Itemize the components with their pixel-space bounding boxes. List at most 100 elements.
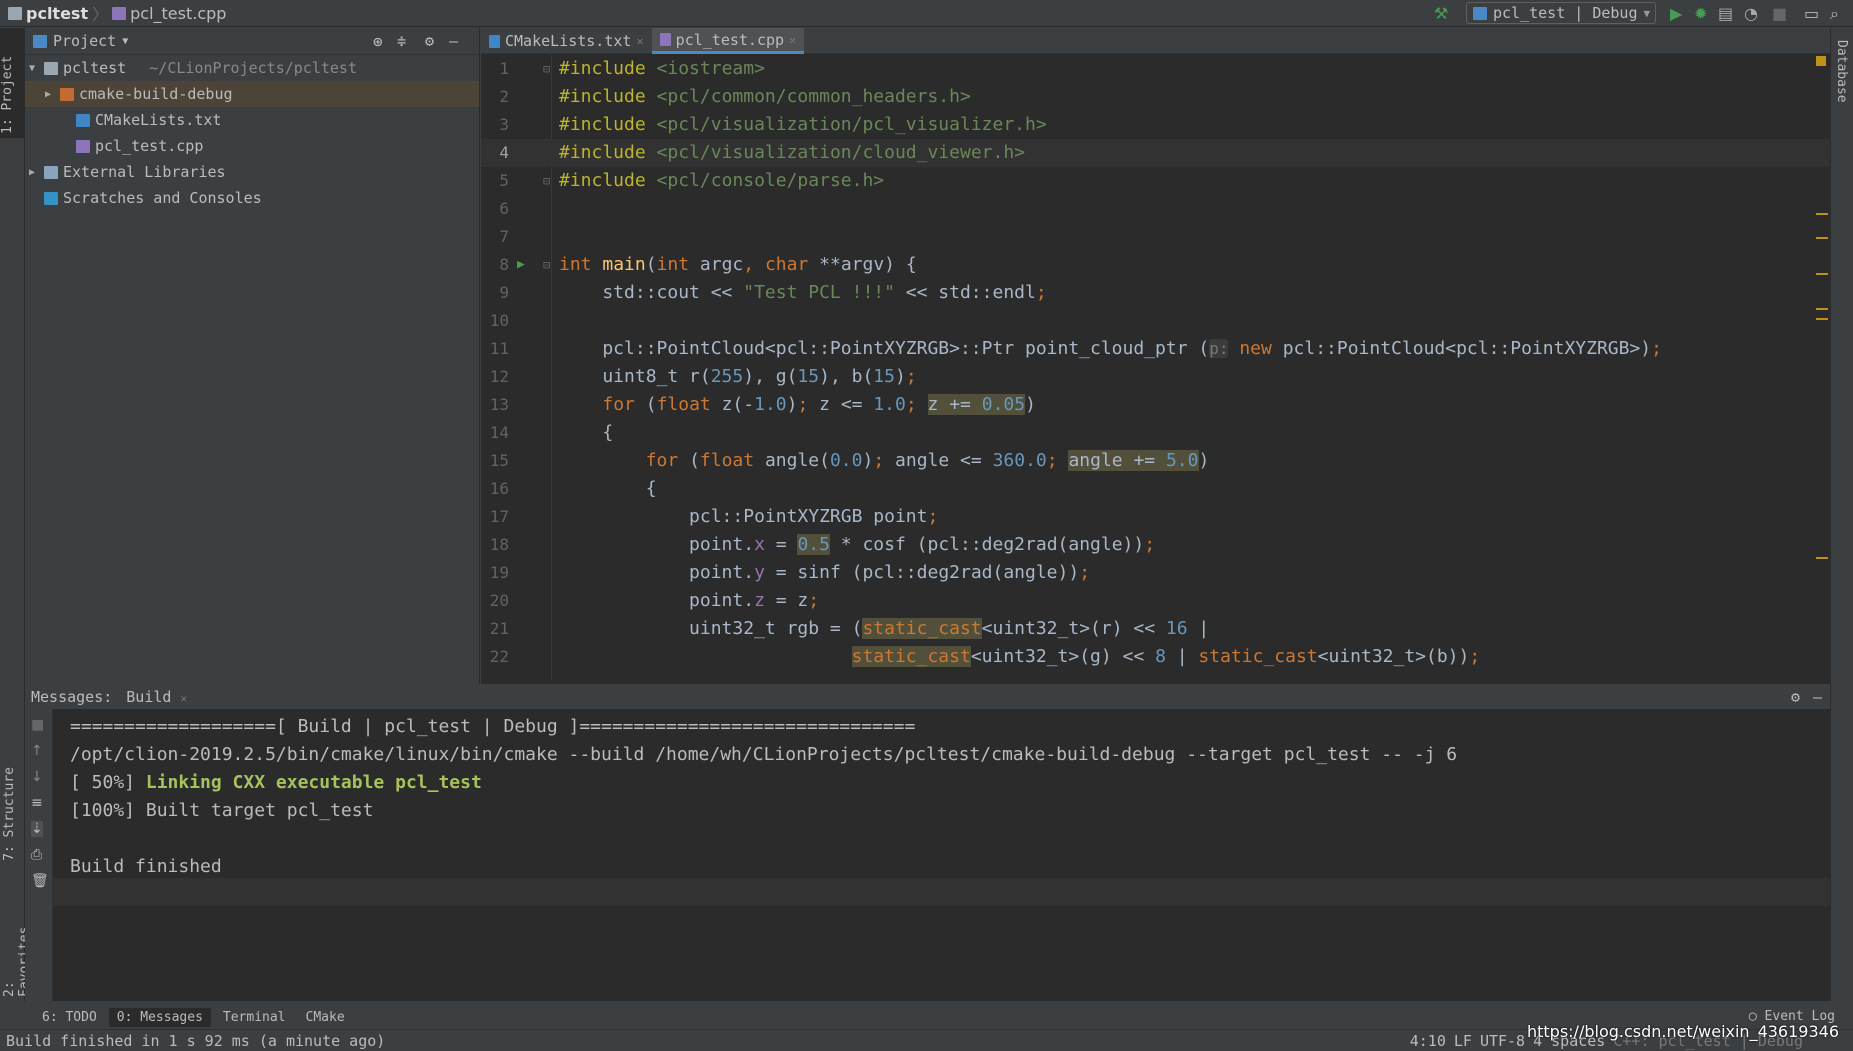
code-token: 15 [873,366,895,387]
arrow-down-icon[interactable]: ↓ [31,769,43,785]
code-token: 0.0 [829,450,863,471]
stop-icon[interactable]: ■ [31,717,44,733]
line-number: 17 [489,507,509,526]
code-line: 4 #include <pcl/visualization/cloud_viewe… [481,139,1830,167]
code-line: 19 point.y = sinf (pcl::deg2rad(angle)); [481,559,1830,587]
hide-icon[interactable]: — [1813,688,1822,706]
project-tool-tab[interactable]: 1: Project [0,28,24,138]
line-number: 4 [499,143,509,162]
tool-tab-messages[interactable]: 0: Messages [108,1008,211,1027]
expand-arrow-icon[interactable]: ▶ [29,167,39,178]
print-icon[interactable]: ⎙ [31,847,42,863]
structure-tool-tab[interactable]: 7: Structure [2,763,17,865]
tree-item-label: Scratches and Consoles [63,189,262,207]
inspection-status-icon[interactable] [1816,56,1826,66]
close-tab-icon[interactable]: ✕ [789,33,796,47]
gear-icon[interactable]: ⚙ [425,32,434,50]
chevron-down-icon[interactable]: ▼ [122,36,128,47]
run-gutter-icon[interactable]: ▶ [517,251,525,279]
line-number: 18 [489,535,509,554]
code-token: ; [808,590,820,611]
run-config-select[interactable]: pcl_test | Debug ▼ [1466,2,1656,24]
code-token: point. [559,562,755,583]
breadcrumb-file[interactable]: pcl_test.cpp [130,4,226,23]
code-token: #include [559,86,657,107]
run-coverage-icon[interactable]: ▤ [1718,4,1733,23]
caret-position[interactable]: 4:10 [1410,1032,1446,1050]
line-number: 22 [489,647,509,666]
code-token: = z [764,590,809,611]
soft-wrap-icon[interactable]: ≡ [31,795,43,811]
code-token: point. [559,590,755,611]
code-token: <pcl/common/common_headers.h> [656,86,971,107]
code-line: 2 #include <pcl/common/common_headers.h> [481,83,1830,111]
trash-icon[interactable]: 🗑 [31,873,49,889]
tool-tab-todo[interactable]: 6: TODO [34,1008,105,1027]
tree-item[interactable]: ▶ cmake-build-debug [25,81,479,107]
code-token: z [754,590,765,611]
tree-item-label: cmake-build-debug [79,85,233,103]
debug-bug-icon[interactable]: ✹ [1694,4,1707,23]
code-token: << std::endl [894,282,1036,303]
editor-tab[interactable]: pcl_test.cpp ✕ [651,28,805,54]
code-token: main [602,254,646,275]
presentation-icon[interactable]: ▭ [1804,4,1819,23]
build-tab[interactable]: Build ✕ [126,688,187,706]
gear-icon[interactable]: ⚙ [1791,688,1800,706]
fold-icon[interactable]: ⊟ [543,167,550,195]
build-output[interactable]: ===================[ Build | pcl_test | … [70,713,1457,881]
tool-tab-terminal[interactable]: Terminal [215,1008,294,1027]
file-encoding[interactable]: UTF-8 [1480,1032,1525,1050]
code-token: = sinf (pcl::deg2rad(angle)) [764,562,1080,583]
line-number: 5 [499,171,509,190]
locate-icon[interactable]: ⊕ [373,32,383,51]
collapse-all-icon[interactable]: ≑ [397,32,406,50]
code-token: ) [1025,394,1036,415]
expand-arrow-icon[interactable]: ▶ [45,89,55,100]
scroll-to-end-icon[interactable]: ⇣ [31,821,43,837]
arrow-up-icon[interactable]: ↑ [31,743,43,759]
stop-icon[interactable]: ■ [1772,4,1787,23]
code-token: | [1187,618,1210,639]
line-number: 10 [489,311,509,330]
code-token: { [559,422,614,443]
tree-item[interactable]: CMakeLists.txt [25,107,479,133]
fold-icon[interactable]: ⊟ [543,55,550,83]
profile-icon[interactable]: ◔ [1744,4,1758,23]
project-view-select[interactable]: Project [53,32,116,50]
code-token: ; [905,366,917,387]
code-token: std::cout [559,282,711,303]
cpp-file-icon [659,33,671,46]
tree-item[interactable]: Scratches and Consoles [25,185,479,211]
code-token: new [1239,338,1283,359]
code-area[interactable]: 1 ⊟ #include <iostream> 2 #include <pcl/comm… [481,55,1830,680]
tree-item[interactable]: pcl_test.cpp [25,133,479,159]
database-tool-tab[interactable]: Database [1834,36,1849,107]
code-token: **argv) { [819,254,917,275]
tool-tab-cmake[interactable]: CMake [298,1008,353,1027]
close-icon[interactable]: ✕ [180,692,187,705]
build-hammer-icon[interactable]: ⚒ [1434,4,1448,23]
code-token: 360.0 [992,450,1047,471]
editor-tab[interactable]: CMakeLists.txt ✕ [481,28,652,54]
expand-arrow-icon[interactable]: ▼ [29,63,39,74]
breadcrumb-project[interactable]: pcltest [26,4,88,23]
tree-item[interactable]: ▶ External Libraries [25,159,479,185]
editor-tab-label: CMakeLists.txt [505,32,632,50]
code-token: #include [559,142,657,163]
close-tab-icon[interactable]: ✕ [636,34,643,48]
code-token: 16 [1165,618,1188,639]
hide-icon[interactable]: — [449,32,458,50]
line-number: 3 [499,115,509,134]
code-token: 8 [1155,646,1166,667]
search-icon[interactable]: ⌕ [1830,4,1839,24]
fold-icon[interactable]: ⊟ [543,251,550,279]
tree-item[interactable]: ▼ pcltest ~/CLionProjects/pcltest [25,55,479,81]
code-line: 22 static_cast<uint32_t>(g) << 8 | stati… [481,643,1830,671]
code-token: ; [1035,282,1047,303]
line-separator[interactable]: LF [1454,1032,1472,1050]
code-line: 1 ⊟ #include <iostream> [481,55,1830,83]
run-icon[interactable]: ▶ [1670,4,1682,23]
code-token: pcl::PointCloud<pcl::PointXYZRGB>) [1282,338,1652,359]
